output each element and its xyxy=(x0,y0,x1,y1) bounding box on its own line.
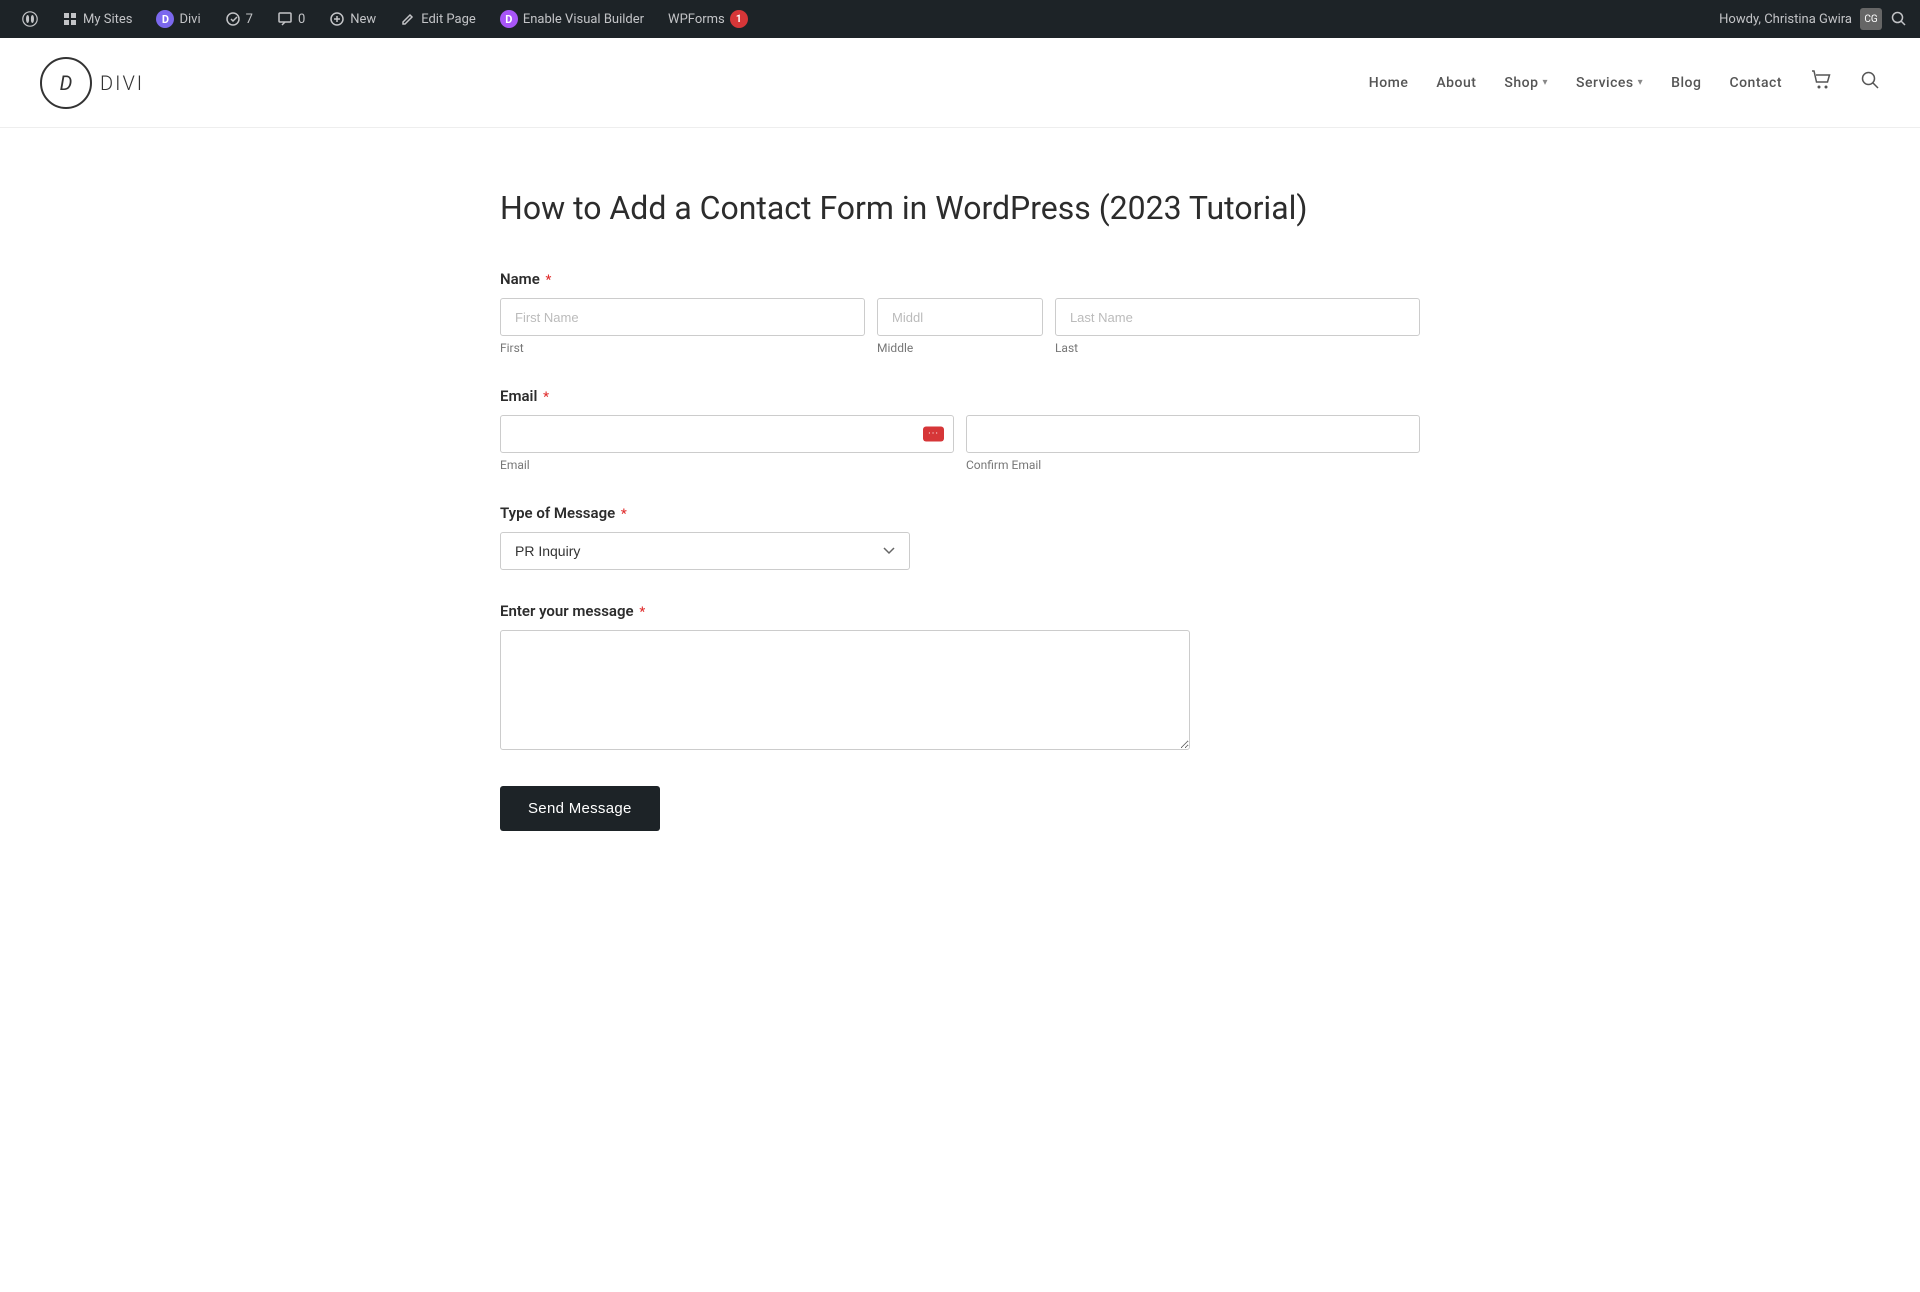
first-name-input[interactable] xyxy=(500,298,865,336)
my-sites-icon xyxy=(62,11,78,27)
main-content: How to Add a Contact Form in WordPress (… xyxy=(480,128,1440,943)
select-wrap: PR Inquiry General Inquiry Support Other xyxy=(500,532,910,570)
submit-group: Send Message xyxy=(500,786,1420,831)
user-avatar: CG xyxy=(1860,8,1882,30)
admin-bar: My Sites D Divi 7 0 New xyxy=(0,0,1920,38)
new-item[interactable]: New xyxy=(319,0,386,38)
first-sublabel: First xyxy=(500,341,865,355)
nav-home-label: Home xyxy=(1369,75,1409,91)
wp-logo-item[interactable] xyxy=(12,0,48,38)
email-sublabel: Email xyxy=(500,458,954,472)
message-label: Enter your message * xyxy=(500,602,1420,620)
enable-vb-icon: D xyxy=(500,10,518,28)
nav-shop[interactable]: Shop ▾ xyxy=(1504,75,1548,91)
middle-sublabel: Middle xyxy=(877,341,1043,355)
email-field-group: Email * ··· Email Confirm Email xyxy=(500,387,1420,472)
updates-count: 7 xyxy=(246,12,253,27)
admin-search-icon[interactable] xyxy=(1890,10,1908,28)
message-type-label: Type of Message * xyxy=(500,504,1420,522)
email-dots-icon: ··· xyxy=(923,426,944,441)
logo-circle: D xyxy=(40,57,92,109)
email-input-inner: ··· xyxy=(500,415,954,453)
middle-name-wrap: Middle xyxy=(877,298,1043,355)
comments-count: 0 xyxy=(298,12,305,27)
email-input-wrap: ··· Email xyxy=(500,415,954,472)
admin-bar-right: Howdy, Christina Gwira CG xyxy=(1719,8,1908,30)
nav-contact-label: Contact xyxy=(1729,75,1782,91)
wpforms-item[interactable]: WPForms 1 xyxy=(658,0,758,38)
comments-item[interactable]: 0 xyxy=(267,0,315,38)
logo-letter: D xyxy=(60,71,73,95)
confirm-email-input[interactable] xyxy=(966,415,1420,453)
nav-services-chevron: ▾ xyxy=(1638,77,1644,88)
edit-page-label: Edit Page xyxy=(421,12,476,27)
enable-vb-item[interactable]: D Enable Visual Builder xyxy=(490,0,654,38)
nav-blog-label: Blog xyxy=(1671,75,1701,91)
nav-about-label: About xyxy=(1436,75,1476,91)
nav-home[interactable]: Home xyxy=(1369,75,1409,91)
wordpress-icon xyxy=(22,11,38,27)
page-title: How to Add a Contact Form in WordPress (… xyxy=(500,188,1420,230)
message-required: * xyxy=(639,605,645,620)
my-sites-label: My Sites xyxy=(83,12,132,27)
new-icon xyxy=(329,11,345,27)
nav-contact[interactable]: Contact xyxy=(1729,75,1782,91)
confirm-email-sublabel: Confirm Email xyxy=(966,458,1420,472)
message-type-select[interactable]: PR Inquiry General Inquiry Support Other xyxy=(500,532,910,570)
my-sites-item[interactable]: My Sites xyxy=(52,0,142,38)
updates-item[interactable]: 7 xyxy=(215,0,263,38)
contact-form: Name * First Middle Last xyxy=(500,270,1420,831)
wpforms-label: WPForms xyxy=(668,12,725,27)
enable-vb-label: Enable Visual Builder xyxy=(523,12,644,27)
name-field-group: Name * First Middle Last xyxy=(500,270,1420,355)
logo-text: divi xyxy=(100,71,144,95)
edit-page-item[interactable]: Edit Page xyxy=(390,0,486,38)
site-header: D divi Home About Shop ▾ Services ▾ Blog… xyxy=(0,38,1920,128)
submit-button[interactable]: Send Message xyxy=(500,786,660,831)
site-nav: Home About Shop ▾ Services ▾ Blog Contac… xyxy=(1369,69,1880,96)
nav-shop-label: Shop xyxy=(1504,75,1538,91)
wpforms-badge: 1 xyxy=(730,10,748,28)
message-textarea[interactable] xyxy=(500,630,1190,750)
nav-blog[interactable]: Blog xyxy=(1671,75,1701,91)
edit-page-icon xyxy=(400,11,416,27)
name-label: Name * xyxy=(500,270,1420,288)
nav-shop-chevron: ▾ xyxy=(1543,77,1549,88)
divi-label: Divi xyxy=(179,12,200,27)
admin-bar-left: My Sites D Divi 7 0 New xyxy=(12,0,1719,38)
new-label: New xyxy=(350,12,376,27)
site-logo[interactable]: D divi xyxy=(40,57,144,109)
cart-icon[interactable] xyxy=(1810,69,1832,96)
divi-item[interactable]: D Divi xyxy=(146,0,210,38)
last-name-input[interactable] xyxy=(1055,298,1420,336)
email-input[interactable] xyxy=(500,415,954,453)
email-label: Email * xyxy=(500,387,1420,405)
nav-services-label: Services xyxy=(1576,75,1634,91)
nav-services[interactable]: Services ▾ xyxy=(1576,75,1643,91)
nav-search-icon[interactable] xyxy=(1860,70,1880,95)
email-fields-row: ··· Email Confirm Email xyxy=(500,415,1420,472)
howdy-text: Howdy, Christina Gwira xyxy=(1719,12,1852,27)
type-required: * xyxy=(621,507,627,522)
updates-icon xyxy=(225,11,241,27)
message-type-group: Type of Message * PR Inquiry General Inq… xyxy=(500,504,1420,570)
name-required: * xyxy=(546,273,552,288)
email-required: * xyxy=(543,390,549,405)
confirm-email-wrap: Confirm Email xyxy=(966,415,1420,472)
nav-about[interactable]: About xyxy=(1436,75,1476,91)
last-sublabel: Last xyxy=(1055,341,1420,355)
comments-icon xyxy=(277,11,293,27)
message-group: Enter your message * xyxy=(500,602,1420,754)
name-fields-row: First Middle Last xyxy=(500,298,1420,355)
divi-d-icon: D xyxy=(156,10,174,28)
last-name-wrap: Last xyxy=(1055,298,1420,355)
middle-name-input[interactable] xyxy=(877,298,1043,336)
first-name-wrap: First xyxy=(500,298,865,355)
